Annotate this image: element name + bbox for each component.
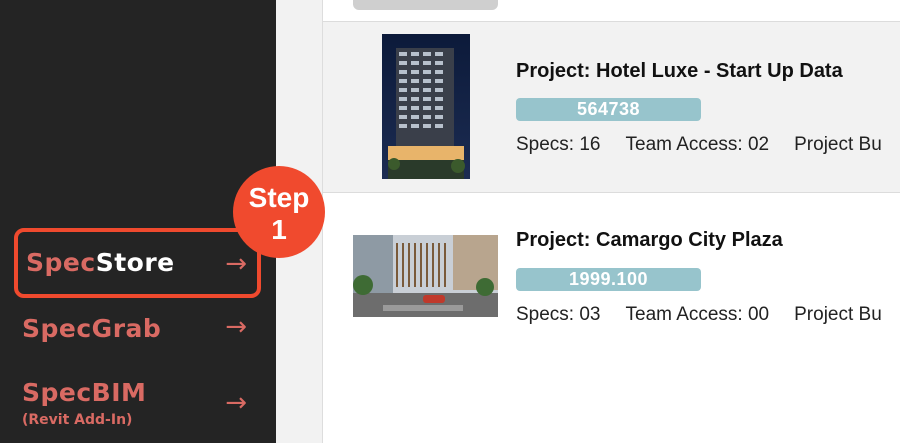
- app-root: SpecStore → SpecGrab → SpecBIM (Revit Ad…: [0, 0, 900, 443]
- project-card[interactable]: Project: Hotel Luxe - Start Up Data 5647…: [323, 22, 900, 192]
- project-meta: Specs: 16 Team Access: 02 Project Bu: [516, 134, 900, 156]
- team-access-count: Team Access: 00: [625, 304, 770, 325]
- step-badge-number: 1: [271, 214, 287, 245]
- project-code-badge: 1999.100: [516, 268, 701, 291]
- sidebar-item-label: SpecBIM: [22, 378, 147, 407]
- arrow-right-icon: →: [225, 249, 247, 279]
- previous-project-code-pill: [353, 0, 498, 10]
- arrow-right-icon: →: [225, 312, 247, 342]
- plaza-building-image: [353, 235, 498, 317]
- team-access-count: Team Access: 02: [625, 134, 770, 155]
- sidebar-item-specgrab[interactable]: SpecGrab →: [14, 308, 261, 352]
- arrow-right-icon: →: [225, 388, 247, 418]
- specs-count: Specs: 16: [516, 134, 601, 155]
- project-thumbnail[interactable]: [353, 235, 498, 317]
- step-badge: Step 1: [233, 166, 325, 258]
- project-code-badge: 564738: [516, 98, 701, 121]
- sidebar-item-specbim[interactable]: SpecBIM (Revit Add-In) →: [14, 372, 261, 438]
- project-title[interactable]: Project: Hotel Luxe - Start Up Data: [516, 60, 843, 83]
- specs-count: Specs: 03: [516, 304, 601, 325]
- step-badge-label: Step: [248, 182, 310, 213]
- project-meta: Specs: 03 Team Access: 00 Project Bu: [516, 304, 900, 326]
- project-budget-label: Project Bu: [794, 134, 882, 155]
- hotel-building-image: [382, 34, 470, 179]
- project-card[interactable]: Project: Camargo City Plaza 1999.100 Spe…: [323, 193, 900, 363]
- project-thumbnail[interactable]: [382, 34, 470, 179]
- sidebar-item-specstore[interactable]: SpecStore →: [14, 228, 261, 298]
- project-list: Project: Hotel Luxe - Start Up Data 5647…: [322, 0, 900, 443]
- project-title[interactable]: Project: Camargo City Plaza: [516, 229, 783, 252]
- sidebar-item-label: SpecGrab: [22, 314, 162, 343]
- sidebar-item-label: SpecStore: [26, 248, 175, 277]
- project-budget-label: Project Bu: [794, 304, 882, 325]
- sidebar-item-subtitle: (Revit Add-In): [22, 412, 133, 428]
